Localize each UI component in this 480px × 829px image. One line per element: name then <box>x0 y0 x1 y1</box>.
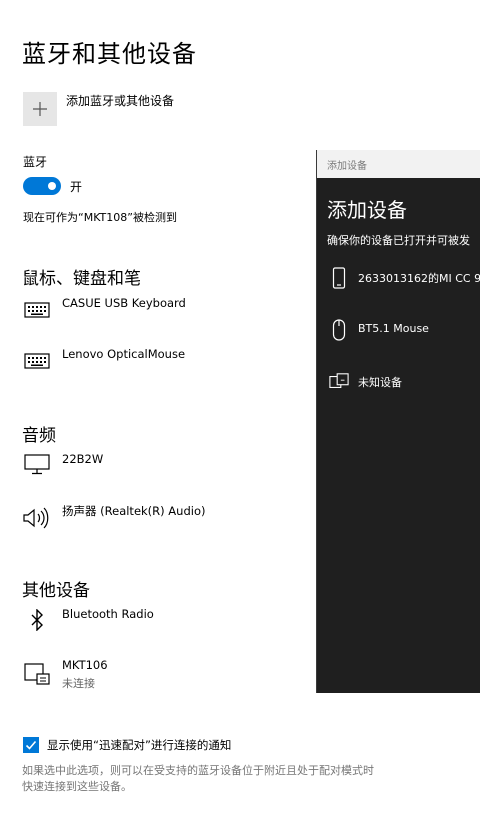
device-name-monitor[interactable]: 22B2W <box>62 452 103 466</box>
dialog-device-item[interactable]: 未知设备 <box>317 368 480 398</box>
page-title: 蓝牙和其他设备 <box>22 40 197 68</box>
add-device-dialog: 添加设备 添加设备 确保你的设备已打开并可被发 2633013162的MI CC… <box>316 150 480 693</box>
plus-icon <box>33 102 47 116</box>
bluetooth-toggle-state: 开 <box>70 180 83 194</box>
mouse-icon <box>329 318 349 342</box>
device-name-keyboard[interactable]: CASUE USB Keyboard <box>62 296 186 310</box>
device-status: 未连接 <box>62 677 95 690</box>
keyboard-icon <box>22 298 52 322</box>
bluetooth-heading: 蓝牙 <box>23 155 48 169</box>
monitor-icon <box>22 452 52 476</box>
phone-icon <box>329 266 349 290</box>
unknown-device-icon <box>329 370 349 394</box>
dialog-device-label: 未知设备 <box>358 376 402 389</box>
swift-pair-description-1: 如果选中此选项，则可以在受支持的蓝牙设备位于附近且处于配对模式时 <box>22 764 374 777</box>
dialog-device-item[interactable]: 2633013162的MI CC 9e <box>317 264 480 294</box>
dialog-titlebar[interactable]: 添加设备 <box>317 150 480 178</box>
device-name-mouse[interactable]: Lenovo OpticalMouse <box>62 347 185 361</box>
device-name-speaker[interactable]: 扬声器 (Realtek(R) Audio) <box>62 503 205 519</box>
checkmark-icon <box>25 740 37 750</box>
swift-pair-label[interactable]: 显示使用“迅速配对”进行连接的通知 <box>47 737 231 753</box>
dialog-subtitle: 确保你的设备已打开并可被发 <box>327 234 470 247</box>
add-device-label[interactable]: 添加蓝牙或其他设备 <box>66 92 174 109</box>
speaker-icon <box>22 506 52 530</box>
section-heading-audio: 音频 <box>22 426 56 446</box>
dialog-window-title: 添加设备 <box>327 161 367 172</box>
dialog-heading: 添加设备 <box>327 198 407 222</box>
network-device-icon <box>22 662 52 686</box>
section-heading-other: 其他设备 <box>22 581 90 601</box>
bluetooth-icon <box>22 608 52 632</box>
section-heading-input: 鼠标、键盘和笔 <box>22 269 141 289</box>
device-name-bt-radio[interactable]: Bluetooth Radio <box>62 607 154 621</box>
discoverable-text: 现在可作为“MKT108”被检测到 <box>23 211 177 224</box>
dialog-device-item[interactable]: BT5.1 Mouse <box>317 316 480 346</box>
bluetooth-toggle[interactable] <box>23 177 61 195</box>
dialog-device-label: BT5.1 Mouse <box>358 322 429 335</box>
device-name-mkt106[interactable]: MKT106 <box>62 658 108 672</box>
add-device-button[interactable] <box>23 92 57 126</box>
swift-pair-checkbox[interactable] <box>23 737 39 753</box>
dialog-device-label: 2633013162的MI CC 9e <box>358 272 480 285</box>
keyboard-icon <box>22 349 52 373</box>
swift-pair-description-2: 快速连接到这些设备。 <box>22 780 132 793</box>
